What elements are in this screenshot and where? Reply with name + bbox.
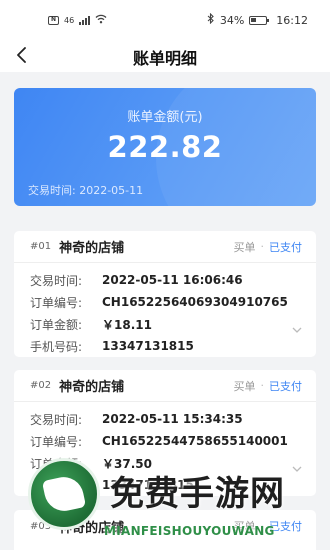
row-value: CH16522564069304910765	[102, 295, 288, 309]
order-index: #02	[30, 380, 52, 391]
bluetooth-icon	[207, 12, 215, 27]
bill-summary-card: 账单金额(元) 222.82 交易时间: 2022-05-11	[14, 88, 316, 206]
order-header: #03 神奇的店铺 买单 · 已支付	[14, 510, 316, 542]
network-type: 46	[64, 15, 75, 25]
bill-date: 交易时间: 2022-05-11	[28, 184, 144, 197]
row-label: 订单编号:	[30, 434, 83, 449]
bill-amount-value: 222.82	[107, 130, 223, 164]
order-status: 已支付	[269, 240, 302, 254]
bill-amount-label: 账单金额(元)	[127, 110, 203, 125]
order-row: 手机号码: 13347131815	[30, 335, 302, 357]
shop-name: 神奇的店铺	[59, 241, 125, 256]
row-value: 13347131815	[102, 339, 194, 353]
status-bar: N 46 34% 16:12	[0, 0, 330, 40]
status-left: N 46	[48, 14, 107, 27]
row-value: 2022-05-11 15:34:35	[102, 412, 243, 426]
separator-dot: ·	[260, 379, 265, 392]
order-type: 买单	[233, 520, 256, 533]
order-row: 交易时间: 2022-05-11 16:06:46	[30, 269, 302, 291]
row-value: CH16522544758655140001	[102, 434, 288, 448]
row-value: ￥18.11	[102, 317, 152, 332]
order-details: 交易时间: 2022-05-11 15:34:35 订单编号: CH165225…	[14, 402, 316, 500]
row-value: 2022-05-11 16:06:46	[102, 273, 243, 287]
order-row: 交易时间: 2022-05-11 15:34:35	[30, 408, 302, 430]
row-value: ￥37.50	[102, 456, 152, 471]
row-label: 手机号码:	[30, 339, 83, 354]
order-type: 买单	[233, 379, 256, 393]
order-row: 订单编号: CH16522564069304910765	[30, 291, 302, 313]
row-label: 交易时间:	[30, 273, 83, 288]
order-status: 已支付	[269, 520, 302, 533]
clock: 16:12	[276, 13, 308, 27]
chevron-down-icon[interactable]	[292, 458, 302, 472]
row-label: 手机号码:	[30, 478, 83, 493]
signal-icon	[79, 15, 91, 25]
status-right: 34% 16:12	[207, 12, 308, 27]
order-card[interactable]: #01 神奇的店铺 买单 · 已支付 交易时间: 2022-05-11 16:0…	[14, 231, 316, 357]
row-label: 订单金额:	[30, 456, 83, 471]
order-header: #02 神奇的店铺 买单 · 已支付	[14, 370, 316, 402]
order-index: #03	[30, 520, 52, 532]
order-card[interactable]: #03 神奇的店铺 买单 · 已支付	[14, 510, 316, 550]
order-row: 订单金额: ￥18.11	[30, 313, 302, 335]
row-label: 订单金额:	[30, 317, 83, 332]
shop-name: 神奇的店铺	[59, 380, 125, 395]
nfc-icon: N	[48, 15, 59, 25]
battery-icon	[249, 15, 270, 25]
order-card[interactable]: #02 神奇的店铺 买单 · 已支付 交易时间: 2022-05-11 15:3…	[14, 370, 316, 496]
order-type: 买单	[233, 240, 256, 254]
battery-percent: 34%	[219, 13, 245, 27]
shop-name: 神奇的店铺	[59, 520, 125, 536]
separator-dot: ·	[260, 240, 265, 253]
order-status: 已支付	[269, 379, 302, 393]
order-index: #01	[30, 241, 52, 252]
row-value: 13347131815	[102, 478, 194, 492]
nav-bar: 账单明细	[0, 40, 330, 72]
order-header: #01 神奇的店铺 买单 · 已支付	[14, 231, 316, 263]
order-details: 交易时间: 2022-05-11 16:06:46 订单编号: CH165225…	[14, 263, 316, 361]
order-row: 订单金额: ￥37.50	[30, 452, 302, 474]
order-row: 订单编号: CH16522544758655140001	[30, 430, 302, 452]
separator-dot: ·	[260, 519, 265, 533]
order-row: 手机号码: 13347131815	[30, 474, 302, 496]
row-label: 订单编号:	[30, 295, 83, 310]
page-title: 账单明细	[132, 49, 197, 68]
wifi-icon	[95, 14, 107, 27]
chevron-down-icon[interactable]	[292, 319, 302, 333]
row-label: 交易时间:	[30, 412, 83, 427]
